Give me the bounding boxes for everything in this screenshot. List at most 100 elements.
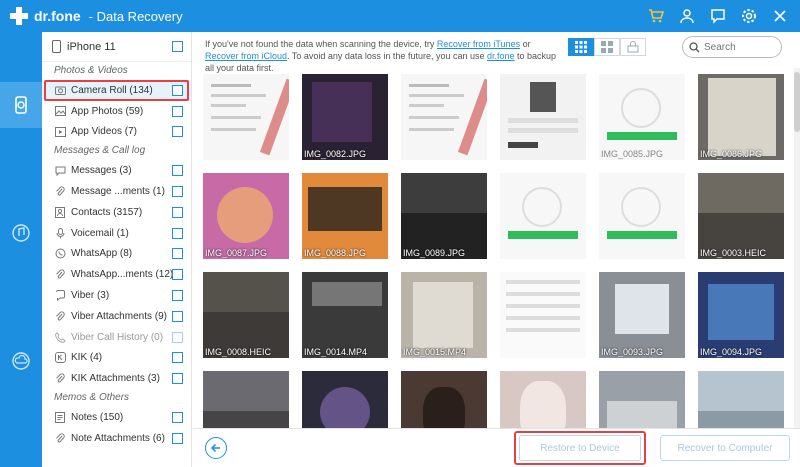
recover-from-icloud-link[interactable]: Recover from iCloud: [205, 51, 287, 61]
sidebar-item[interactable]: Viber (3): [42, 285, 191, 306]
sidebar-item-checkbox[interactable]: [172, 84, 183, 96]
photo-thumbnail[interactable]: IMG_0088.JPG: [302, 173, 388, 259]
viber-icon: [54, 290, 66, 302]
recover-from-itunes-link[interactable]: Recover from iTunes: [437, 39, 520, 49]
sidebar-item[interactable]: Message ...ments (1): [42, 181, 191, 202]
sidebar-item-label: App Photos (59): [71, 105, 144, 117]
rail-icloud-recovery[interactable]: [0, 338, 42, 384]
photo-thumbnail[interactable]: IMG_0008.HEIC: [203, 272, 289, 358]
restore-to-device-button[interactable]: Restore to Device: [519, 435, 641, 461]
device-row[interactable]: iPhone 11: [42, 32, 191, 62]
thumbnail-caption: IMG_0087.JPG: [205, 248, 268, 258]
message-icon: [54, 165, 66, 177]
sidebar-item-checkbox[interactable]: [172, 412, 183, 424]
camera-icon: [54, 84, 66, 96]
sidebar-item-checkbox[interactable]: [172, 105, 183, 117]
sidebar-item[interactable]: KIK (4): [42, 348, 191, 369]
contact-icon: [54, 206, 66, 218]
sidebar-item-checkbox[interactable]: [172, 126, 183, 138]
rail-device-recovery[interactable]: [0, 82, 42, 128]
thumbnail-caption: IMG_0014.MP4: [304, 347, 368, 357]
grid-view-button[interactable]: [568, 38, 594, 56]
rail-itunes-recovery[interactable]: [0, 210, 42, 256]
feedback-icon[interactable]: [710, 8, 726, 24]
paperclip-icon: [54, 373, 66, 385]
sidebar-item[interactable]: Voicemail (1): [42, 223, 191, 244]
photo-thumbnail[interactable]: [500, 272, 586, 358]
thumbnail-grid: IMG_0082.JPG IMG_0085.JPG IMG_0086.JPG IMG_…: [203, 74, 793, 449]
sidebar-item-label: Contacts (3157): [71, 206, 143, 218]
detail-view-button[interactable]: [620, 38, 646, 56]
logo: dr.fone - Data Recovery: [10, 7, 183, 25]
sidebar-item[interactable]: KIK Attachments (3): [42, 368, 191, 389]
paperclip-icon: [54, 269, 66, 281]
play-icon: [54, 126, 66, 138]
photo-thumbnail[interactable]: IMG_0089.JPG: [401, 173, 487, 259]
sidebar-item-checkbox[interactable]: [172, 165, 183, 177]
sidebar-item[interactable]: Notes (150): [42, 407, 191, 428]
sidebar-item-checkbox[interactable]: [172, 227, 183, 239]
list-view-button[interactable]: [594, 38, 620, 56]
sidebar-item-label: WhatsApp...ments (12): [71, 269, 174, 281]
search-input[interactable]: [704, 41, 774, 53]
sidebar-item[interactable]: Note Attachments (6): [42, 428, 191, 449]
sidebar-item-checkbox[interactable]: [172, 269, 183, 281]
category-sidebar: iPhone 11 Photos & Videos Camera Roll (13…: [42, 32, 192, 467]
sidebar-item[interactable]: WhatsApp...ments (12): [42, 264, 191, 285]
scrollbar-thumb[interactable]: [794, 72, 800, 132]
paperclip-icon: [54, 310, 66, 322]
sidebar-item-checkbox[interactable]: [172, 310, 183, 322]
drfone-backup-link[interactable]: dr.fone: [487, 51, 515, 61]
photo-thumbnail[interactable]: [599, 173, 685, 259]
bottom-bar: Restore to Device Recover to Computer: [193, 428, 800, 467]
photo-thumbnail[interactable]: [203, 74, 289, 160]
photo-thumbnail[interactable]: IMG_0087.JPG: [203, 173, 289, 259]
cloud-icon: [12, 352, 30, 370]
settings-icon[interactable]: [741, 8, 757, 24]
info-text-part: If you've not found the data when scanni…: [205, 39, 437, 49]
search-icon: [689, 41, 700, 52]
sidebar-item[interactable]: Camera Roll (134): [42, 80, 191, 101]
photo-thumbnail[interactable]: [500, 173, 586, 259]
thumbnail-caption: IMG_0086.JPG: [700, 149, 763, 159]
photo-thumbnail[interactable]: IMG_0015.MP4: [401, 272, 487, 358]
photo-thumbnail[interactable]: IMG_0094.JPG: [698, 272, 784, 358]
paperclip-icon: [54, 432, 66, 444]
sidebar-item-label: Voicemail (1): [71, 227, 129, 239]
cart-icon[interactable]: [648, 8, 664, 24]
back-button[interactable]: [205, 437, 227, 459]
user-icon[interactable]: [679, 8, 695, 24]
photo-thumbnail[interactable]: IMG_0085.JPG: [599, 74, 685, 160]
sidebar-item-checkbox[interactable]: [172, 290, 183, 302]
sidebar-item[interactable]: Viber Call History (0): [42, 327, 191, 348]
sidebar-item[interactable]: WhatsApp (8): [42, 244, 191, 265]
photo-thumbnail[interactable]: [500, 74, 586, 160]
photo-thumbnail[interactable]: IMG_0082.JPG: [302, 74, 388, 160]
sidebar-item-checkbox[interactable]: [172, 373, 183, 385]
sidebar-item-checkbox[interactable]: [172, 432, 183, 444]
sidebar-item-checkbox[interactable]: [172, 248, 183, 260]
photo-thumbnail[interactable]: IMG_0003.HEIC: [698, 173, 784, 259]
photo-thumbnail[interactable]: [401, 74, 487, 160]
arrow-left-icon: [210, 443, 220, 453]
sidebar-item-checkbox[interactable]: [172, 206, 183, 218]
sidebar-item[interactable]: Messages (3): [42, 160, 191, 181]
photo-thumbnail[interactable]: IMG_0093.JPG: [599, 272, 685, 358]
sidebar-item[interactable]: App Videos (7): [42, 122, 191, 143]
photo-thumbnail[interactable]: IMG_0086.JPG: [698, 74, 784, 160]
recover-to-computer-button[interactable]: Recover to Computer: [660, 435, 790, 461]
device-select-all-checkbox[interactable]: [172, 41, 183, 52]
sidebar-item-checkbox[interactable]: [172, 331, 183, 343]
sidebar-item-checkbox[interactable]: [172, 352, 183, 364]
title-bar: dr.fone - Data Recovery: [0, 0, 800, 32]
sidebar-item[interactable]: Contacts (3157): [42, 202, 191, 223]
sidebar-item[interactable]: Viber Attachments (9): [42, 306, 191, 327]
photo-thumbnail[interactable]: IMG_0014.MP4: [302, 272, 388, 358]
sidebar-item-checkbox[interactable]: [172, 186, 183, 198]
sidebar-item[interactable]: App Photos (59): [42, 101, 191, 122]
search-box[interactable]: [682, 36, 782, 58]
device-name: iPhone 11: [67, 40, 116, 53]
sidebar-item-label: Viber (3): [71, 290, 110, 302]
thumbnail-caption: IMG_0008.HEIC: [205, 347, 272, 357]
close-icon[interactable]: [772, 8, 788, 24]
